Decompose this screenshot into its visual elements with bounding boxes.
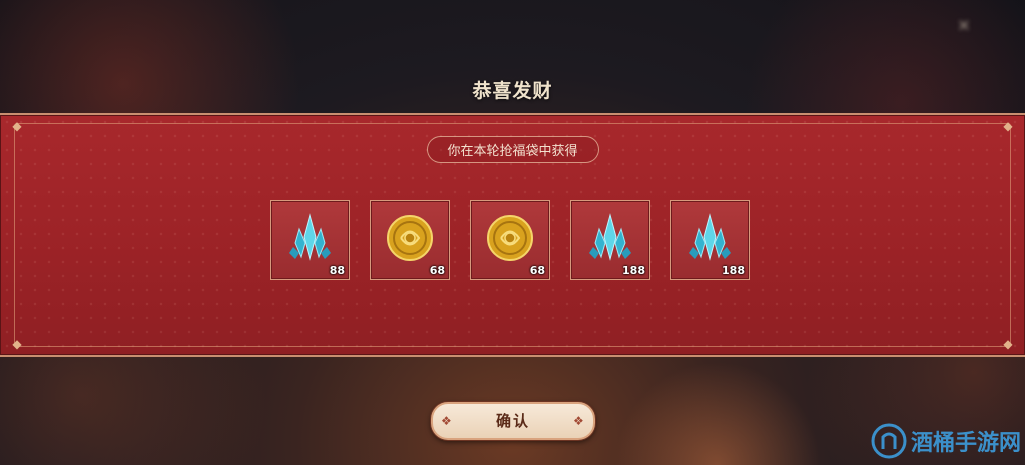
reward-item[interactable]: 68 [470,200,550,280]
reward-count: 68 [529,264,545,277]
crystal-icon [589,213,631,261]
crystal-icon [689,213,731,261]
button-ornament-icon: ❖ [441,414,454,428]
watermark-text: 酒桶手游网 [910,431,1021,456]
reward-count: 68 [429,264,445,277]
watermark-logo-icon [871,423,907,459]
site-watermark: 酒桶手游网 [871,421,1021,461]
reward-count: 188 [722,264,745,277]
confirm-button[interactable]: ❖ 确认 ❖ [431,402,595,440]
reward-item[interactable]: 188 [570,200,650,280]
corner-ornament-icon: ◆ [1003,119,1013,133]
reward-item[interactable]: 68 [370,200,450,280]
reward-subtitle: 你在本轮抢福袋中获得 [426,136,599,163]
reward-list: 88 68 68 188 188 [270,200,750,280]
crystal-icon [289,213,331,261]
reward-count: 188 [622,264,645,277]
reward-item[interactable]: 88 [270,200,350,280]
gold-coin-icon [387,215,433,261]
confirm-button-label: 确认 [495,412,530,430]
background-close-icon: ✕ [957,16,971,35]
corner-ornament-icon: ◆ [1003,337,1013,351]
corner-ornament-icon: ◆ [12,119,22,133]
button-ornament-icon: ❖ [573,414,586,428]
reward-item[interactable]: 188 [670,200,750,280]
dialog-title: 恭喜发财 [472,80,553,102]
gold-coin-icon [487,215,533,261]
corner-ornament-icon: ◆ [12,337,22,351]
reward-count: 88 [329,264,345,277]
